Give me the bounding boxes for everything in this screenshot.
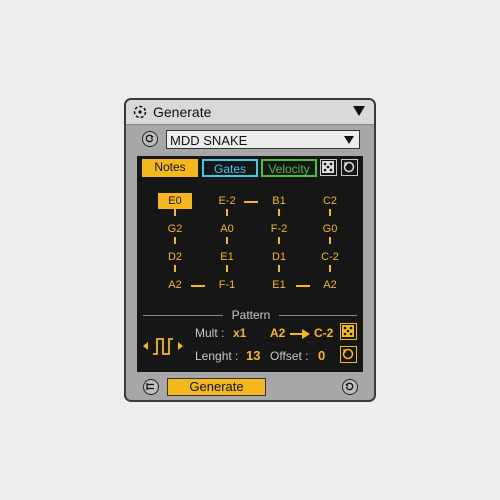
length-label: Lenght : [195,349,239,363]
note-connector [174,209,176,216]
preset-dropdown[interactable]: MDD SNAKE [166,130,360,149]
note-connector [226,265,228,272]
reload-icon [345,382,354,391]
note-connector [174,237,176,244]
note-connector [191,285,205,287]
note-cell[interactable]: F-2 [262,221,296,237]
dice-icon [322,161,334,173]
note-cell[interactable]: E-2 [210,193,244,209]
preset-row: MDD SNAKE [126,130,374,150]
generate-device: Generate MDD SNAKE Notes Gates Velocity [124,98,376,402]
tab-gates[interactable]: Gates [202,159,258,177]
generate-button[interactable]: Generate [167,378,266,396]
device-title-bar[interactable]: Generate [126,100,374,125]
dice-icon [342,325,354,337]
cycle-button[interactable] [341,159,358,176]
note-cell[interactable]: F-1 [210,277,244,293]
tab-velocity[interactable]: Velocity [261,159,317,177]
note-cell[interactable]: A2 [158,277,192,293]
note-cell[interactable]: E1 [262,277,296,293]
range-end[interactable]: C-2 [314,326,333,340]
range-start[interactable]: A2 [270,326,285,340]
note-connector [329,265,331,272]
cycle-icon [342,348,354,360]
note-cell[interactable]: D1 [262,249,296,265]
cycle-icon [343,161,355,173]
device-icon [133,105,147,119]
swap-icon [146,383,154,390]
note-connector [329,237,331,244]
note-cell[interactable]: E1 [210,249,244,265]
pattern-shape-selector[interactable] [139,334,187,358]
swap-button[interactable] [143,379,159,395]
device-title: Generate [153,104,212,120]
note-connector [226,209,228,216]
bottom-row: Generate [126,378,374,400]
note-connector [174,265,176,272]
note-connector [278,237,280,244]
tab-notes[interactable]: Notes [142,159,198,177]
note-cell[interactable]: D2 [158,249,192,265]
dropdown-arrow-icon [344,136,354,144]
note-cell[interactable]: G0 [313,221,347,237]
square-wave-icon [153,338,173,355]
main-panel: Notes Gates Velocity Pattern Mult: x1 A… [137,156,363,372]
randomize-dice-button[interactable] [320,159,337,176]
note-cell[interactable]: E0 [158,193,192,209]
pattern-cycle-button[interactable] [340,346,357,363]
refresh-preset-button[interactable] [142,131,158,147]
note-cell[interactable]: G2 [158,221,192,237]
note-cell[interactable]: A2 [313,277,347,293]
arrow-right-icon [290,329,310,339]
note-connector [278,265,280,272]
pattern-divider [143,315,223,316]
pattern-label: Pattern [231,308,271,322]
note-connector [244,201,258,203]
reload-button[interactable] [342,379,358,395]
note-cell[interactable]: A0 [210,221,244,237]
preset-value: MDD SNAKE [170,133,248,148]
length-value[interactable]: 13 [246,348,260,363]
next-arrow-icon [178,342,183,350]
note-connector [278,209,280,216]
note-connector [329,209,331,216]
refresh-icon [145,134,154,143]
prev-arrow-icon [143,342,148,350]
mult-value[interactable]: x1 [233,326,246,340]
note-connector [296,285,310,287]
offset-value[interactable]: 0 [318,348,325,363]
mult-label: Mult : [195,326,225,340]
note-cell[interactable]: C-2 [313,249,347,265]
note-cell[interactable]: B1 [262,193,296,209]
offset-label: Offset : [270,349,309,363]
note-connector [226,237,228,244]
note-cell[interactable]: C2 [313,193,347,209]
pattern-divider [279,315,357,316]
collapse-arrow-icon[interactable] [353,106,365,116]
pattern-dice-button[interactable] [340,323,357,340]
